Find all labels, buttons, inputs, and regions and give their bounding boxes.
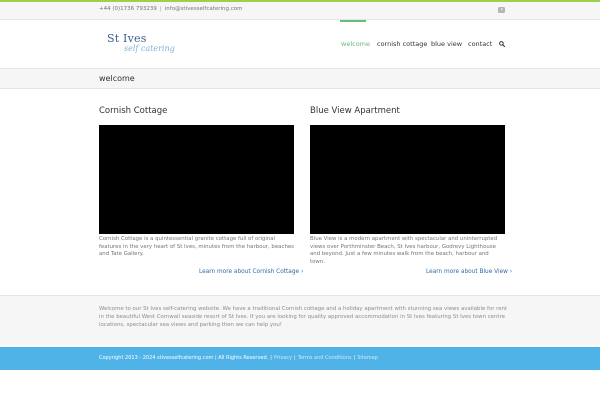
cornish-cottage-video[interactable] (99, 125, 294, 234)
footer-separator: | (353, 355, 356, 361)
phone-number[interactable]: +44 (0)1736 793239 (99, 6, 157, 12)
page-title-bar: welcome (0, 68, 600, 89)
blue-view-description: Blue View is a modern apartment with spe… (310, 236, 498, 265)
page-bottom-space (0, 370, 600, 400)
cornish-cottage-learn-more-link[interactable]: Learn more about Cornish Cottage › (199, 269, 303, 275)
footer-separator: | (294, 355, 296, 361)
top-bar: +44 (0)1736 793239 | info@stivesselfcateri… (0, 0, 600, 20)
logo-line-2: self catering (124, 44, 175, 53)
footer-link-privacy[interactable]: Privacy (274, 355, 292, 361)
blue-view-learn-more-link[interactable]: Learn more about Blue View › (426, 269, 512, 275)
nav-item-blue-view[interactable]: blue view (431, 40, 462, 48)
site-footer: Copyright 2013 - 2024 stivesselfcatering… (0, 347, 600, 370)
youtube-icon[interactable] (498, 7, 505, 13)
footer-link-terms[interactable]: Terms and Conditions (298, 355, 352, 361)
footer-copyright: Copyright 2013 - 2024 stivesselfcatering… (99, 355, 378, 361)
blue-view-heading: Blue View Apartment (310, 106, 400, 116)
contact-info: +44 (0)1736 793239 | info@stivesselfcateri… (99, 6, 243, 12)
page-title: welcome (99, 74, 135, 83)
search-icon[interactable] (499, 41, 505, 47)
blue-view-video[interactable] (310, 125, 505, 234)
nav-item-contact[interactable]: contact (468, 40, 492, 48)
footer-separator: | (270, 355, 272, 361)
intro-text: Welcome to our St Ives self-catering web… (99, 306, 508, 328)
email-link[interactable]: info@stivesselfcatering.com (165, 6, 243, 12)
footer-link-sitemap[interactable]: Sitemap (357, 355, 378, 361)
copyright-text: Copyright 2013 - 2024 stivesselfcatering… (99, 355, 269, 361)
nav-active-indicator (340, 20, 366, 22)
nav-item-welcome[interactable]: welcome (341, 40, 370, 48)
cornish-cottage-heading: Cornish Cottage (99, 106, 168, 116)
nav-item-cornish-cottage[interactable]: cornish cottage (377, 40, 427, 48)
cornish-cottage-description: Cornish Cottage is a quintessential gran… (99, 236, 294, 257)
site-logo[interactable]: St Ives self catering (107, 32, 175, 53)
intro-section: Welcome to our St Ives self-catering web… (0, 295, 600, 345)
contact-separator: | (159, 6, 162, 12)
site-header: St Ives self catering welcome cornish co… (0, 20, 600, 68)
